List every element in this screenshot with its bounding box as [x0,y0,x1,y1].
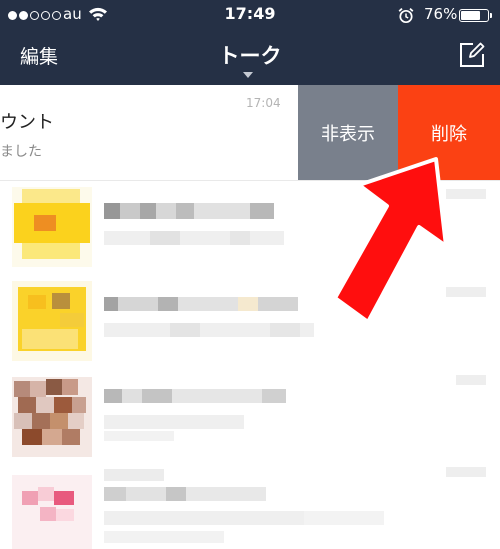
chat-preview: ました [0,144,42,160]
chat-list-item[interactable] [0,457,500,549]
red-arrow-icon [333,157,448,324]
page-title[interactable]: トーク [0,40,500,70]
blurred-chat-content [12,375,486,457]
blurred-chat-content [12,467,486,549]
battery-icon [459,9,489,22]
delete-button-label: 削除 [431,123,467,145]
battery-tip [490,13,492,18]
status-bar: au 17:49 76% [0,0,500,30]
chat-list-item[interactable] [0,365,500,457]
battery-level-fill [461,11,480,20]
alarm-icon [398,7,414,28]
header-bar: au 17:49 76% 編集 トーク [0,0,500,85]
hide-button-label: 非表示 [321,123,375,145]
chat-name: ウント [0,112,54,133]
battery-percent: 76% [424,5,458,23]
compose-icon[interactable] [459,42,485,72]
chevron-down-icon[interactable] [243,72,253,78]
chat-time: 17:04 [246,96,281,110]
